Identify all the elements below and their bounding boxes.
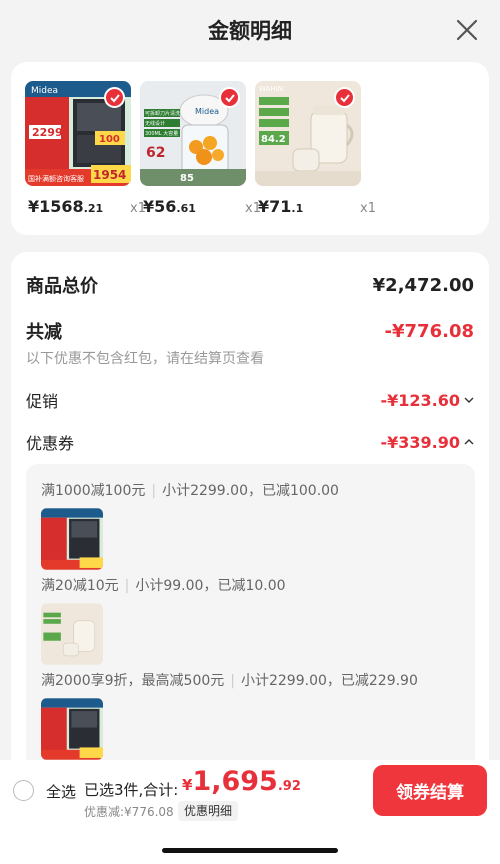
kitchen-appliance-image [41,698,103,760]
svg-text:2299: 2299 [32,126,63,139]
total-reduce-row: 共减 -¥776.08 [26,318,474,344]
total-amount: ¥1,695.92 [182,766,301,797]
discount-detail-button[interactable]: 优惠明细 [178,801,239,821]
promotion-row[interactable]: 促销 -¥123.60 [26,388,474,412]
electric-kettle-image: WAHIN 84.2 [255,81,361,186]
kitchen-appliance-image [41,508,103,570]
svg-text:62: 62 [146,145,165,161]
svg-text:Midea: Midea [195,107,219,116]
product-item[interactable]: Midea 2299 100 国补满额咨询客服 1954 ¥1568.21 x1 [25,81,146,216]
chevron-up-icon[interactable] [464,436,474,449]
svg-text:国补满额咨询客服: 国补满额咨询客服 [28,174,84,183]
checkout-bar: 全选 已选3件,合计: ¥1,695.92 优惠减:¥776.08 优惠明细 领… [0,760,500,864]
product-price: ¥56.61 [143,197,196,216]
checkout-button[interactable]: 领券结算 [373,765,487,816]
svg-text:无线设计: 无线设计 [145,120,165,127]
coupon-rule: 满2000享9折，最高减500元 | 小计2299.00，已减229.90 [41,673,418,689]
total-price-value: ¥2,472.00 [372,274,474,296]
product-list-card: Midea 2299 100 国补满额咨询客服 1954 ¥1568.21 x1 [11,62,489,235]
price-details-card: 商品总价 ¥2,472.00 共减 -¥776.08 以下优惠不包含红包，请在结… [11,252,489,812]
svg-text:300ML 大容量: 300ML 大容量 [145,130,178,137]
svg-text:可拆卸刀片清洗: 可拆卸刀片清洗 [145,110,180,117]
product-item[interactable]: Midea 可拆卸刀片清洗 无线设计 300ML 大容量 62 85 ¥56.6… [140,81,261,216]
food-chopper-image: Midea 可拆卸刀片清洗 无线设计 300ML 大容量 62 85 [140,81,246,186]
electric-kettle-image [41,603,103,665]
product-price-row: ¥71.1 x1 [258,197,376,216]
selected-check-icon[interactable] [104,87,125,108]
coupon-label: 优惠券 [26,434,75,453]
select-all-radio[interactable] [13,780,34,801]
coupon-row[interactable]: 优惠券 -¥339.90 [26,430,474,454]
total-reduce-label: 共减 [26,322,62,343]
svg-text:100: 100 [99,134,120,145]
promotion-value: -¥123.60 [380,390,460,410]
page-title: 金额明细 [208,19,292,43]
svg-text:1954: 1954 [93,168,126,182]
total-price-label: 商品总价 [26,276,98,297]
selected-check-icon[interactable] [334,87,355,108]
total-price-row: 商品总价 ¥2,472.00 [26,272,474,298]
coupon-value: -¥339.90 [380,432,460,452]
close-icon[interactable] [454,17,480,43]
selected-check-icon[interactable] [219,87,240,108]
chevron-down-icon[interactable] [464,394,474,407]
total-reduce-value: -¥776.08 [384,320,474,342]
product-price: ¥1568.21 [28,197,104,216]
select-all-label[interactable]: 全选 [46,781,76,802]
svg-text:85: 85 [180,173,194,184]
selected-count: 已选3件,合计: [84,781,179,799]
product-price-row: ¥56.61 x1 [143,197,261,216]
coupon-rule: 满20减10元 | 小计99.00，已减10.00 [41,578,286,594]
home-indicator [162,848,338,853]
promotion-label: 促销 [26,392,59,411]
product-quantity: x1 [360,201,376,216]
discount-text: 优惠减:¥776.08 [84,805,174,819]
product-brand-text: Midea [31,86,58,96]
modal-header: 金额明细 [0,0,500,60]
coupon-rule: 满1000减100元 | 小计2299.00，已减100.00 [41,483,339,499]
kitchen-appliance-image: Midea 2299 100 国补满额咨询客服 1954 [25,81,131,186]
product-item[interactable]: WAHIN 84.2 ¥71.1 x1 [255,81,376,216]
product-price-row: ¥1568.21 x1 [28,197,146,216]
svg-text:WAHIN: WAHIN [259,85,283,93]
reduce-note: 以下优惠不包含红包，请在结算页查看 [26,351,264,367]
svg-text:84.2: 84.2 [261,134,286,145]
product-price: ¥71.1 [258,197,304,216]
